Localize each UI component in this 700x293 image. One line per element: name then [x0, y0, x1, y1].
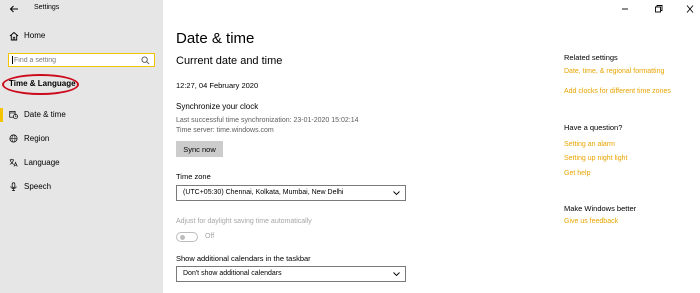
- home-icon: [9, 31, 19, 41]
- search-input[interactable]: [14, 55, 134, 65]
- globe-icon: [9, 134, 18, 143]
- sidebar-item-region[interactable]: Region: [0, 131, 163, 147]
- search-box[interactable]: [8, 53, 155, 67]
- close-icon[interactable]: [684, 4, 696, 14]
- current-datetime: 12:27, 04 February 2020: [176, 81, 259, 90]
- section-title: Current date and time: [176, 55, 283, 67]
- sidebar-item-label: Region: [24, 134, 50, 143]
- app-title: Settings: [34, 4, 60, 11]
- calendars-label: Show additional calendars in the taskbar: [176, 254, 311, 263]
- dst-toggle[interactable]: [176, 232, 198, 242]
- dst-label: Adjust for daylight saving time automati…: [176, 218, 312, 225]
- last-sync-text: Last successful time synchronization: 23…: [176, 117, 359, 124]
- minimize-icon[interactable]: [619, 4, 631, 14]
- section-heading: Time & Language: [9, 79, 76, 88]
- sidebar-item-speech[interactable]: Speech: [0, 179, 163, 195]
- chevron-down-icon: [393, 272, 400, 277]
- language-icon: [9, 158, 18, 167]
- link-setting-alarm[interactable]: Setting an alarm: [564, 141, 615, 148]
- sidebar: Settings Home Time & Language Date & tim…: [0, 0, 163, 293]
- restore-icon[interactable]: [652, 4, 664, 14]
- toggle-knob: [180, 235, 185, 240]
- calendars-value: Don't show additional calendars: [183, 270, 282, 277]
- timezone-value: (UTC+05:30) Chennai, Kolkata, Mumbai, Ne…: [183, 189, 344, 196]
- dst-toggle-state: Off: [205, 233, 215, 240]
- timezone-dropdown[interactable]: (UTC+05:30) Chennai, Kolkata, Mumbai, Ne…: [176, 185, 406, 201]
- sidebar-item-label: Language: [24, 158, 60, 167]
- page-title: Date & time: [176, 30, 255, 47]
- make-windows-better-heading: Make Windows better: [564, 204, 637, 213]
- sync-title: Synchronize your clock: [176, 102, 259, 111]
- related-settings-heading: Related settings: [564, 53, 618, 62]
- sync-now-button[interactable]: Sync now: [176, 141, 223, 157]
- search-icon[interactable]: [141, 56, 150, 65]
- sidebar-item-label: Home: [24, 31, 46, 40]
- link-feedback[interactable]: Give us feedback: [564, 218, 618, 225]
- window-controls: [610, 4, 700, 16]
- active-indicator: [0, 108, 3, 122]
- time-server-text: Time server: time.windows.com: [176, 127, 274, 134]
- sidebar-item-language[interactable]: Language: [0, 155, 163, 171]
- link-add-clocks[interactable]: Add clocks for different time zones: [564, 88, 671, 95]
- text-caret: [12, 56, 13, 64]
- sidebar-item-label: Date & time: [24, 110, 66, 119]
- back-arrow-icon[interactable]: [9, 4, 19, 14]
- timezone-label: Time zone: [176, 172, 211, 181]
- link-get-help[interactable]: Get help: [564, 170, 590, 177]
- link-night-light[interactable]: Setting up night light: [564, 155, 627, 162]
- link-regional-formatting[interactable]: Date, time, & regional formatting: [564, 68, 664, 75]
- question-heading: Have a question?: [564, 123, 623, 132]
- microphone-icon: [10, 182, 17, 191]
- sidebar-item-date-time[interactable]: Date & time: [0, 107, 163, 123]
- calendars-dropdown[interactable]: Don't show additional calendars: [176, 266, 406, 282]
- chevron-down-icon: [393, 191, 400, 196]
- sidebar-item-label: Speech: [24, 182, 52, 191]
- sidebar-item-home[interactable]: Home: [0, 29, 163, 45]
- calendar-clock-icon: [9, 110, 18, 119]
